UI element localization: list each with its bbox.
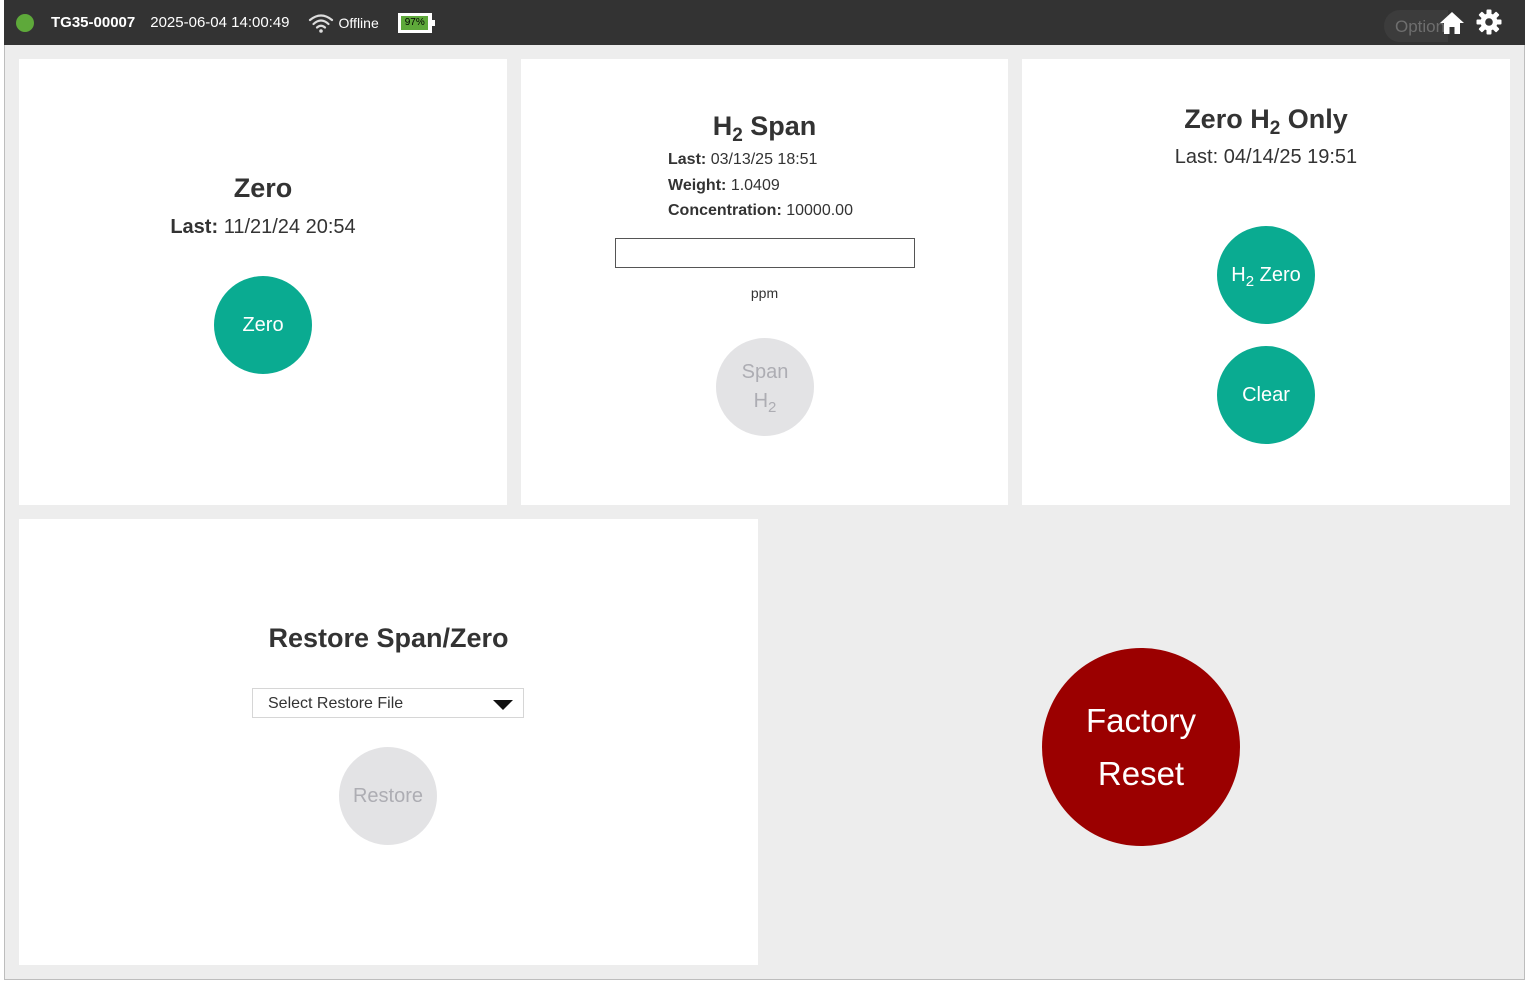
zero-h2-last: Last: 04/14/25 19:51 <box>1022 146 1510 169</box>
factory-reset-line2: Reset <box>1097 755 1185 792</box>
zero-h2-title-sub: 2 <box>1269 118 1281 139</box>
zero-last: Last: 11/21/24 20:54 <box>19 216 507 239</box>
span-h2-button-sub: 2 <box>768 399 777 416</box>
concentration-input[interactable] <box>615 238 915 268</box>
span-weight-value: 1.0409 <box>730 177 780 194</box>
span-last-value: 03/13/25 18:51 <box>710 151 818 168</box>
span-last-row: Last: 03/13/25 18:51 <box>668 151 817 169</box>
h2-zero-button-rest: Zero <box>1259 263 1301 286</box>
span-concentration-label: Concentration: <box>668 202 782 219</box>
restore-card: Restore Span/Zero Select Restore File Re… <box>19 519 758 965</box>
span-h2-button-line2: H <box>753 390 769 412</box>
zero-last-label: Last: <box>170 216 219 238</box>
h2-span-title: H2 Span <box>521 111 1008 145</box>
gear-icon[interactable] <box>1476 9 1502 40</box>
device-id: TG35-00007 <box>51 14 136 31</box>
restore-title: Restore Span/Zero <box>268 623 509 653</box>
zero-h2-title-rest: Only <box>1287 104 1348 134</box>
h2-zero-button[interactable]: H2 Zero <box>1217 226 1315 324</box>
span-h2-button[interactable]: Span H2 <box>716 338 814 436</box>
span-h2-button-line1: Span <box>741 361 789 383</box>
battery-percent: 97% <box>404 16 425 28</box>
h2-span-title-rest: Span <box>750 111 817 141</box>
h2-span-title-main: H <box>712 111 733 141</box>
zero-h2-only-card: Zero H2 Only Last: 04/14/25 19:51 H2 Zer… <box>1022 59 1510 505</box>
battery-icon: 97% <box>397 12 435 33</box>
zero-button[interactable]: Zero <box>214 276 312 374</box>
ppm-unit: ppm <box>750 285 779 301</box>
h2-zero-button-sub: 2 <box>1245 272 1255 290</box>
datetime: 2025-06-04 14:00:49 <box>150 14 290 31</box>
restore-button[interactable]: Restore <box>339 747 437 845</box>
span-last-label: Last: <box>668 151 707 168</box>
status-bar: TG35-00007 2025-06-04 14:00:49 Offline 9… <box>4 0 1525 45</box>
span-concentration-value: 10000.00 <box>786 202 853 219</box>
status-indicator <box>16 13 34 32</box>
h2-span-card: H2 Span Last: 03/13/25 18:51 Weight: 1.0… <box>521 59 1008 505</box>
restore-file-select[interactable]: Select Restore File <box>252 688 524 718</box>
connection-status: Offline <box>338 14 379 31</box>
factory-reset-line1: Factory <box>1085 702 1197 739</box>
h2-zero-button-main: H <box>1231 263 1246 286</box>
zero-title: Zero <box>233 173 293 203</box>
span-concentration-row: Concentration: 10000.00 <box>668 202 853 220</box>
h2-span-title-sub: 2 <box>732 125 743 146</box>
zero-h2-last-value: 04/14/25 19:51 <box>1223 146 1358 168</box>
span-weight-label: Weight: <box>668 177 727 194</box>
zero-h2-title-main: Zero H <box>1184 104 1270 134</box>
span-weight-row: Weight: 1.0409 <box>668 177 780 195</box>
zero-last-value: 11/21/24 20:54 <box>223 216 356 238</box>
factory-reset-button[interactable]: Factory Reset <box>1042 648 1240 846</box>
zero-card: Zero Last: 11/21/24 20:54 Zero <box>19 59 507 505</box>
zero-h2-last-label: Last: <box>1174 146 1219 168</box>
restore-file-select-value: Select Restore File <box>268 695 404 712</box>
home-icon[interactable] <box>1438 10 1466 41</box>
chevron-down-icon <box>493 700 513 710</box>
wifi-icon <box>308 12 334 34</box>
clear-button[interactable]: Clear <box>1217 346 1315 444</box>
zero-h2-title: Zero H2 Only <box>1022 104 1510 138</box>
